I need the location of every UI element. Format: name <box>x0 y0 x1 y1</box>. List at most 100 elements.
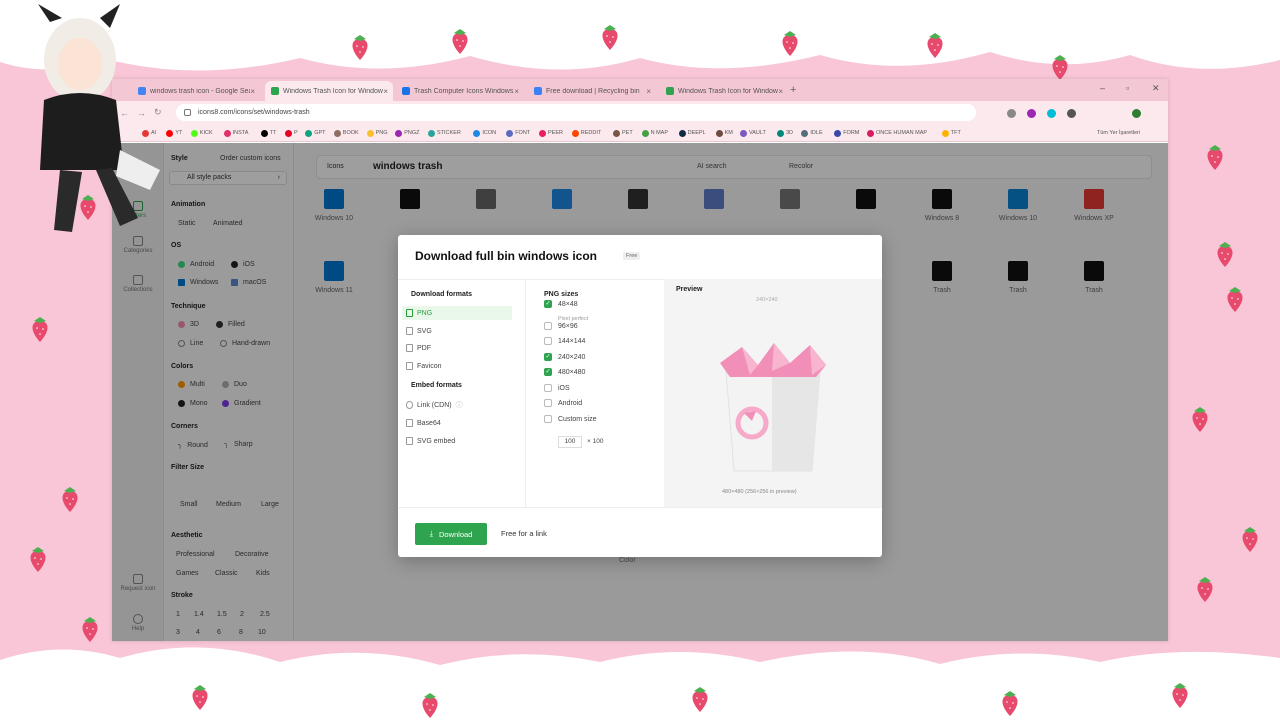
tab-trash-computer-icons[interactable]: Trash Computer Icons Windows × <box>396 81 524 101</box>
address-row: ← → ↻ icons8.com/icons/set/windows-trash <box>112 101 1168 124</box>
preview-heading: Preview <box>676 286 703 293</box>
bookmark-item[interactable]: IDLE <box>801 127 823 139</box>
bookmark-item[interactable]: TT <box>260 127 276 139</box>
bookmark-favicon-icon <box>305 129 313 137</box>
formats-column: Download formats PNG SVG PDF Favicon Emb… <box>398 279 526 507</box>
extension-icon[interactable] <box>1067 109 1076 118</box>
size-option[interactable]: ✓ 240×240 <box>544 353 585 361</box>
bookmark-item[interactable]: PET <box>613 127 633 139</box>
bookmark-favicon-icon <box>333 129 341 137</box>
size-option[interactable]: Android <box>544 399 582 407</box>
embed-link-cdn[interactable]: Link (CDN) ⓘ <box>402 398 512 412</box>
vtuber-avatar <box>38 4 160 232</box>
checkbox[interactable] <box>544 384 552 392</box>
all-bookmarks-folder[interactable]: Tüm Yer İşaretleri <box>1097 127 1140 139</box>
checkbox[interactable]: ✓ <box>544 353 552 361</box>
tab-free-download-recycling-bin[interactable]: Free download | Recycling bin × <box>528 81 656 101</box>
download-button[interactable]: ⤓ Download <box>415 523 487 545</box>
embed-svg[interactable]: SVG embed <box>402 434 512 448</box>
bookmark-favicon-icon <box>715 129 723 137</box>
preview-size-caption-top: 240×240 <box>756 297 778 303</box>
embed-base64[interactable]: Base64 <box>402 416 512 430</box>
bookmark-item[interactable]: GPT <box>305 127 326 139</box>
size-option[interactable]: 96×96 <box>544 322 578 330</box>
bookmark-item[interactable]: PNGZ <box>395 127 419 139</box>
bookmark-item[interactable]: ICON <box>473 127 496 139</box>
size-option[interactable]: iOS <box>544 384 570 392</box>
bookmark-item[interactable]: VAULT <box>740 127 766 139</box>
bookmark-item[interactable]: DEEPL <box>678 127 706 139</box>
bookmark-item[interactable]: INSTA <box>223 127 248 139</box>
tab-icons8-windows-trash-2[interactable]: Windows Trash Icon for Windows × <box>660 81 788 101</box>
checkbox[interactable] <box>544 399 552 407</box>
custom-height-input[interactable]: × 100 <box>587 438 603 445</box>
pixel-perfect-note: Pixel perfect <box>558 316 589 322</box>
download-icon: ⤓ <box>429 529 433 538</box>
tab-icons8-windows-trash[interactable]: Windows Trash Icon for Windows × <box>265 81 393 101</box>
extension-icon[interactable] <box>1007 109 1016 118</box>
format-png[interactable]: PNG <box>402 306 512 320</box>
bookmark-item[interactable]: PEER <box>539 127 563 139</box>
custom-width-input[interactable]: 100 <box>558 436 582 448</box>
pdf-file-icon <box>406 344 413 352</box>
checkbox[interactable] <box>544 415 552 423</box>
size-option[interactable]: ✓ 48×48 <box>544 300 578 308</box>
format-svg[interactable]: SVG <box>402 324 512 338</box>
new-tab-button[interactable]: + <box>790 84 796 96</box>
extension-icon[interactable] <box>1047 109 1056 118</box>
tab-strip: windows trash icon - Google Search× Wind… <box>112 79 1168 101</box>
bookmark-item[interactable]: FORM <box>834 127 859 139</box>
size-option[interactable]: ✓ 480×480 <box>544 368 585 376</box>
profile-avatar[interactable] <box>1132 109 1141 118</box>
close-tab-icon[interactable]: × <box>250 87 255 96</box>
bookmark-item[interactable]: ONCE HUMAN MAP <box>867 127 927 139</box>
format-favicon[interactable]: Favicon <box>402 359 512 373</box>
download-modal: Download full bin windows icon Free Down… <box>398 235 882 557</box>
info-icon[interactable]: ⓘ <box>456 400 463 410</box>
bookmark-item[interactable]: BOOK <box>333 127 359 139</box>
free-badge: Free <box>623 252 641 260</box>
checkbox[interactable]: ✓ <box>544 300 552 308</box>
close-tab-icon[interactable]: × <box>778 87 783 96</box>
close-tab-icon[interactable]: × <box>646 87 651 96</box>
bookmark-item[interactable]: KM <box>715 127 733 139</box>
format-pdf[interactable]: PDF <box>402 341 512 355</box>
checkbox[interactable] <box>544 337 552 345</box>
preview-size-caption: 480×480 (256×256 in preview) <box>722 489 797 495</box>
bookmark-favicon-icon <box>867 129 874 137</box>
bookmark-favicon-icon <box>613 129 620 137</box>
bookmark-favicon-icon <box>834 129 842 137</box>
bookmark-item[interactable]: KICK <box>190 127 213 139</box>
bookmark-item[interactable]: 3D <box>777 127 793 139</box>
extension-icon[interactable] <box>1027 109 1036 118</box>
checkbox[interactable]: ✓ <box>544 368 552 376</box>
embed-formats-heading: Embed formats <box>411 382 462 389</box>
bookmark-item[interactable]: REDDIT <box>571 127 601 139</box>
close-tab-icon[interactable]: × <box>383 87 388 96</box>
size-option[interactable]: Custom size <box>544 415 597 423</box>
bookmark-item[interactable]: STICKER <box>428 127 461 139</box>
bookmark-favicon-icon <box>678 129 686 137</box>
bookmark-favicon-icon <box>641 129 649 137</box>
site-info-icon[interactable] <box>184 109 191 116</box>
window-close-button[interactable]: ✕ <box>1152 83 1160 94</box>
bookmarks-bar: AI YT KICK INSTA TT P GPT BOOK PNG PNGZ STICKER ICO… <box>112 124 1168 142</box>
icons8-icon <box>271 87 279 95</box>
cloud-border-bottom <box>0 647 1280 720</box>
size-option[interactable]: 144×144 <box>544 337 585 345</box>
bookmark-favicon-icon <box>395 129 403 137</box>
bookmark-item[interactable]: TFT <box>941 127 961 139</box>
maximize-button[interactable]: ▫ <box>1126 83 1129 93</box>
bookmark-item[interactable]: N MAP <box>641 127 668 139</box>
close-tab-icon[interactable]: × <box>514 87 519 96</box>
bookmark-favicon-icon <box>473 129 481 137</box>
site-icon <box>534 87 542 95</box>
favicon-icon <box>406 362 413 370</box>
bookmark-item[interactable]: P <box>285 127 298 139</box>
free-for-a-link[interactable]: Free for a link <box>501 529 547 538</box>
bookmark-item[interactable]: FONT <box>506 127 530 139</box>
bookmark-item[interactable]: PNG <box>366 127 388 139</box>
address-bar[interactable]: icons8.com/icons/set/windows-trash <box>176 104 976 121</box>
checkbox[interactable] <box>544 322 552 330</box>
minimize-button[interactable]: – <box>1100 83 1105 93</box>
